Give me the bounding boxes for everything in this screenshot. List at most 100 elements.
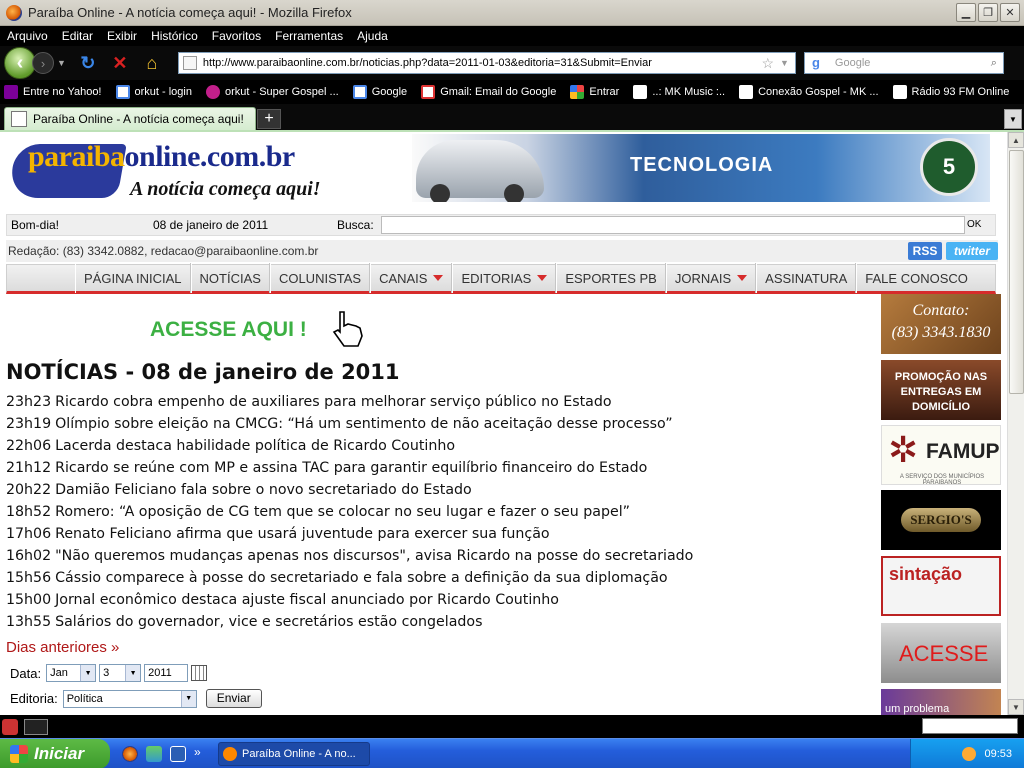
bookmark-item[interactable]: Entre no Yahoo! [0, 85, 102, 99]
bookmark-item[interactable]: orkut - login [112, 85, 192, 99]
bookmark-item[interactable]: ..: MK Music :.. [629, 85, 725, 99]
nav-canais[interactable]: CANAIS [370, 263, 453, 293]
menu-exibir[interactable]: Exibir [107, 29, 137, 43]
site-nav: PÁGINA INICIAL NOTÍCIAS COLUNISTAS CANAI… [6, 263, 996, 294]
tab-list-dropdown-icon[interactable]: ▼ [1004, 109, 1022, 129]
address-bar[interactable]: http://www.paraibaonline.com.br/noticias… [177, 52, 796, 74]
ad-contato[interactable]: Contato: (83) 3343.1830 [881, 294, 1001, 354]
bookmark-item[interactable]: Google [349, 85, 407, 99]
title-bar[interactable]: Paraíba Online - A notícia começa aqui! … [0, 0, 1024, 26]
bookmark-item[interactable]: Gmail: Email do Google [417, 85, 556, 99]
greeting: Bom-dia! [11, 218, 60, 232]
close-button[interactable]: ✕ [1000, 3, 1020, 22]
url-text[interactable]: http://www.paraibaonline.com.br/noticias… [203, 57, 762, 69]
forward-button[interactable]: › [32, 52, 54, 74]
dias-anteriores-link[interactable]: Dias anteriores » [6, 639, 119, 656]
new-tab-button[interactable]: + [257, 109, 281, 129]
tray-app-icon[interactable] [962, 747, 977, 761]
ad-sergios[interactable]: SERGIO'S [881, 490, 1001, 550]
news-item[interactable]: 23h23 Ricardo cobra empenho de auxiliares… [6, 394, 866, 416]
ad-promocao[interactable]: PROMOÇÃO NAS ENTREGAS EM DOMICÍLIO [881, 360, 1001, 420]
acesse-aqui-link[interactable]: ACESSE AQUI ! [150, 318, 307, 342]
news-item[interactable]: 17h06 Renato Feliciano afirma que usará j… [6, 526, 866, 548]
menu-favoritos[interactable]: Favoritos [212, 29, 261, 43]
scroll-thumb[interactable] [1009, 150, 1024, 394]
news-item[interactable]: 16h02 "Não queremos mudanças apenas nos d… [6, 548, 866, 570]
start-button[interactable]: Iniciar [0, 739, 110, 768]
menu-ajuda[interactable]: Ajuda [357, 29, 388, 43]
search-icon[interactable]: ⌕ [991, 57, 997, 70]
site-search-input[interactable] [381, 216, 965, 234]
ad-banner-tecnologia[interactable]: TECNOLOGIA 5 [412, 134, 990, 202]
ad-problema[interactable]: um problema [881, 689, 1001, 715]
firefox-quicklaunch-icon[interactable] [122, 746, 138, 762]
ad-sintacao[interactable]: sintação [881, 556, 1001, 616]
ad-acesse[interactable]: ACESSE [881, 623, 1001, 683]
search-box[interactable]: g Google ⌕ [803, 52, 1004, 74]
bookmark-item[interactable]: Conexão Gospel - MK ... [735, 85, 879, 99]
rss-button[interactable]: RSS [908, 242, 942, 260]
firefox-icon [6, 4, 22, 21]
bookmark-item[interactable]: Entrar [566, 85, 619, 99]
messenger-quicklaunch-icon[interactable] [146, 746, 162, 762]
taskbar-firefox-window[interactable]: Paraíba Online - A no... [218, 742, 370, 766]
scroll-down-icon[interactable]: ▼ [1008, 699, 1024, 715]
yahoo-icon [4, 85, 18, 99]
month-select[interactable]: Jan ▼ [46, 664, 97, 682]
menu-ferramentas[interactable]: Ferramentas [275, 29, 343, 43]
ok-button[interactable]: OK [967, 219, 981, 230]
vertical-scrollbar[interactable]: ▲ ▼ [1007, 132, 1024, 715]
ad-famup[interactable]: ✲ FAMUP A SERVIÇO DOS MUNICÍPIOS PARAIBA… [881, 425, 1001, 486]
addon-icon[interactable] [2, 718, 18, 735]
scroll-up-icon[interactable]: ▲ [1008, 132, 1024, 148]
menu-editar[interactable]: Editar [62, 29, 93, 43]
nav-editorias[interactable]: EDITORIAS [452, 263, 557, 293]
nav-pagina-inicial[interactable]: PÁGINA INICIAL [75, 263, 191, 293]
bookmark-star-icon[interactable]: ☆ [761, 55, 774, 72]
url-dropdown-icon[interactable]: ▼ [780, 58, 789, 68]
site-logo[interactable]: paraibaonline.com.br A notícia começa aq… [7, 136, 326, 204]
twitter-button[interactable]: twitter [946, 242, 998, 260]
calendar-icon[interactable] [191, 665, 208, 681]
search-label: Busca: [337, 218, 374, 232]
maximize-button[interactable]: ❐ [978, 3, 998, 22]
year-input[interactable]: 2011 [144, 664, 189, 682]
logo-tagline: A notícia começa aqui! [130, 178, 321, 200]
news-item[interactable]: 22h06 Lacerda destaca habilidade política… [6, 438, 866, 460]
google-icon[interactable]: g [805, 55, 827, 71]
home-icon[interactable]: ⌂ [141, 52, 163, 74]
day-select[interactable]: 3 ▼ [99, 664, 142, 682]
stop-icon[interactable]: ✕ [109, 52, 131, 74]
word-quicklaunch-icon[interactable] [170, 746, 186, 762]
nav-noticias[interactable]: NOTÍCIAS [190, 263, 270, 293]
banner-text: TECNOLOGIA [630, 154, 774, 176]
bookmark-item[interactable]: Rádio 93 FM Online [889, 85, 1009, 99]
minimize-button[interactable]: ▁ [956, 3, 976, 22]
gmail-icon [421, 85, 436, 99]
nav-fale-conosco[interactable]: FALE CONOSCO [856, 263, 976, 293]
news-item[interactable]: 18h52 Romero: “A oposição de CG tem que s… [6, 504, 866, 526]
nav-assinatura[interactable]: ASSINATURA [756, 263, 857, 293]
news-item[interactable]: 20h22 Damião Feliciano fala sobre o novo … [6, 482, 866, 504]
history-dropdown-icon[interactable]: ▼ [57, 58, 66, 68]
news-item[interactable]: 13h55 Salários do governador, vice e secr… [6, 614, 866, 636]
news-item[interactable]: 21h12 Ricardo se reúne com MP e assina TA… [6, 460, 866, 482]
news-item[interactable]: 15h56 Cássio comparece à posse do secreta… [6, 570, 866, 592]
quicklaunch-more-icon[interactable]: » [194, 745, 201, 759]
news-heading: NOTÍCIAS - 08 de janeiro de 2011 [6, 360, 400, 384]
nav-esportes-pb[interactable]: ESPORTES PB [556, 263, 666, 293]
search-placeholder[interactable]: Google [827, 57, 991, 69]
tab-paraiba-online[interactable]: Paraíba Online - A notícia começa aqui! [4, 107, 256, 130]
menu-arquivo[interactable]: Arquivo [7, 29, 48, 43]
editoria-select[interactable]: Política ▼ [62, 689, 197, 708]
reload-icon[interactable]: ↻ [77, 52, 99, 74]
news-item[interactable]: 15h00 Jornal econômico destaca ajuste fis… [6, 592, 866, 614]
nav-colunistas[interactable]: COLUNISTAS [269, 263, 371, 293]
enviar-button[interactable]: Enviar [205, 689, 262, 708]
ad-famup-text: FAMUP [926, 440, 1000, 463]
menu-historico[interactable]: Histórico [151, 29, 198, 43]
news-item[interactable]: 23h19 Olímpio sobre eleição na CMCG: “Há … [6, 416, 866, 438]
nav-jornais[interactable]: JORNAIS [665, 263, 757, 293]
bookmark-item[interactable]: orkut - Super Gospel ... [202, 85, 339, 99]
status-panel-icon[interactable] [24, 718, 48, 735]
